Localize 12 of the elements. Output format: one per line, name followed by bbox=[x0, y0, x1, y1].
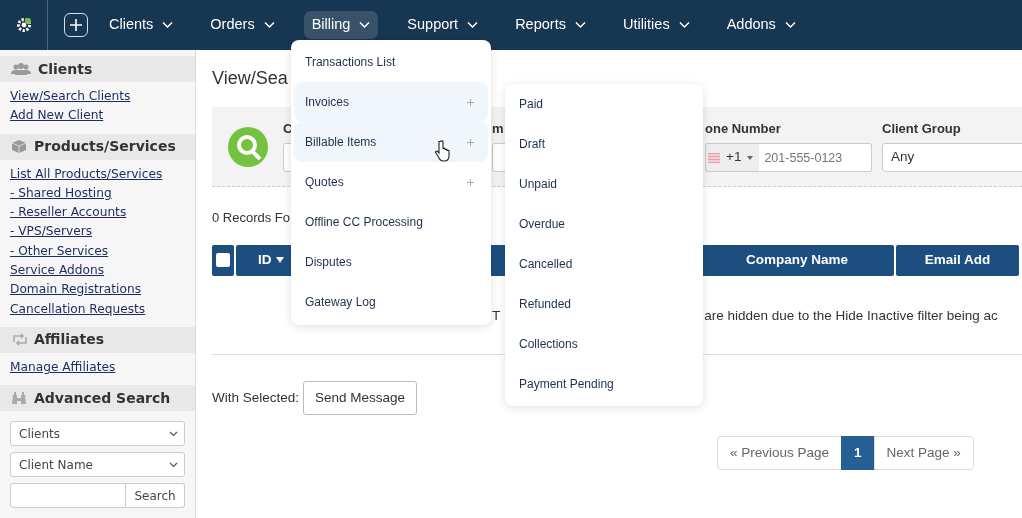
field-label: Client Group bbox=[882, 120, 962, 138]
section-title: Clients bbox=[38, 59, 93, 79]
page-title: View/Sea bbox=[212, 67, 289, 90]
field-label: one Number bbox=[705, 120, 782, 138]
empty-table-message: T bbox=[492, 306, 501, 325]
empty-table-message: are hidden due to the Hide Inactive filter being ac bbox=[704, 306, 998, 325]
records-count: 0 Records Fo bbox=[212, 210, 291, 225]
with-selected-label: With Selected: bbox=[212, 388, 300, 407]
section-title: Advanced Search bbox=[34, 388, 171, 408]
section-title: Products/Services bbox=[34, 137, 176, 157]
field-label: m bbox=[492, 120, 505, 138]
section-title: Affiliates bbox=[34, 330, 104, 350]
